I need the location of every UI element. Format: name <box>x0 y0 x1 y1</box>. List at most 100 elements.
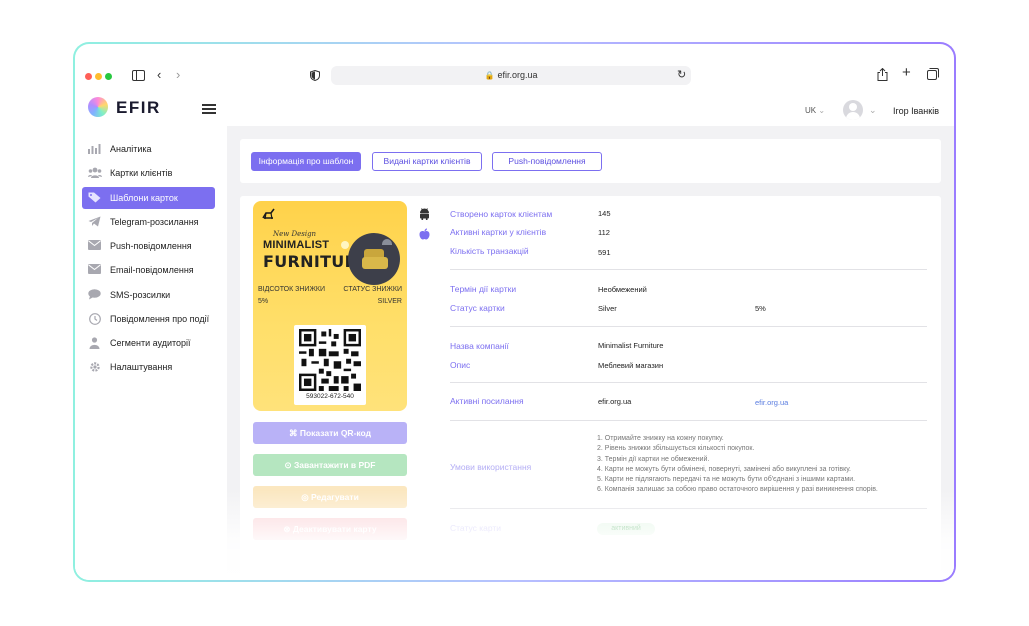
card-status-label: Статус картки <box>450 303 505 313</box>
sidebar-item-label: Повідомлення про події <box>110 314 210 324</box>
qr-number: 593022-672-540 <box>306 393 354 400</box>
loyalty-card-preview: New Design MINIMALIST FURNITURE ВІДСОТОК… <box>253 201 407 411</box>
logo-icon <box>88 97 108 117</box>
active-links-value: efir.org.ua <box>598 397 632 406</box>
terms-line: 3. Термін дії картки не обмежений. <box>597 455 710 463</box>
tab-issued-cards[interactable]: Видані картки клієнтів <box>372 152 482 171</box>
company-name-label: Назва компанії <box>450 341 509 351</box>
sidebar-item-label: Push-повідомлення <box>110 241 192 251</box>
browser-window-inner: ‹ › 🔒 efir.org.ua ↻ + EFIR UK ⌄ ⌄ Ігор Ів… <box>75 44 954 580</box>
telegram-icon <box>88 216 101 227</box>
main-content: Інформація про шаблон Видані картки кліє… <box>227 126 954 580</box>
download-pdf-button[interactable]: ⊙ Завантажити в PDF <box>253 454 407 476</box>
divider <box>450 382 927 383</box>
discount-status-label: СТАТУС ЗНИЖКИ <box>343 286 402 293</box>
active-cards-label: Активні картки у клієнтів <box>450 227 547 237</box>
discount-percent-label: ВІДСОТОК ЗНИЖКИ <box>258 286 326 293</box>
lamp-shape <box>382 239 392 245</box>
decorative-glow <box>341 241 349 249</box>
qr-scan-icon: ⌘ <box>288 428 298 438</box>
reload-icon[interactable]: ↻ <box>677 69 686 81</box>
terms-line: 5. Карти не підлягають передачі та не мо… <box>597 476 856 484</box>
created-cards-label: Створено карток клієнтам <box>450 209 553 219</box>
sidebar-item-email[interactable]: Email-повідомлення <box>82 259 215 281</box>
tabs-overview-icon[interactable] <box>927 68 939 82</box>
url-value: efir.org.ua <box>497 70 538 80</box>
card-brand-line1: MINIMALIST <box>263 239 330 251</box>
menu-icon[interactable] <box>202 104 216 114</box>
terms-of-use-label: Умови використання <box>450 462 532 472</box>
sidebar-item-label: Сегменти аудиторії <box>110 338 191 348</box>
tabs-bar: Інформація про шаблон Видані картки кліє… <box>240 139 941 183</box>
sidebar-item-telegram[interactable]: Telegram-розсилання <box>82 211 215 233</box>
active-link[interactable]: efir.org.ua <box>755 398 788 407</box>
chart-icon <box>88 143 101 154</box>
transactions-value: 591 <box>598 248 611 257</box>
terms-line: 2. Рівень знижки збільшується кількості … <box>597 445 755 453</box>
company-name-value: Minimalist Furniture <box>598 341 664 350</box>
deactivate-label: Деактивувати карту <box>292 524 377 534</box>
forward-icon[interactable]: › <box>176 68 180 81</box>
sidebar-item-settings[interactable]: Налаштування <box>82 356 215 378</box>
deactivate-button[interactable]: ⊗ Деактивувати карту <box>253 518 407 540</box>
sidebar-item-client-cards[interactable]: Картки клієнтів <box>82 162 215 184</box>
active-links-label: Активні посилання <box>450 396 524 406</box>
sidebar-item-events[interactable]: Повідомлення про події <box>82 308 215 330</box>
users-icon <box>88 167 102 178</box>
card-status-value: Silver <box>598 304 617 313</box>
armchair-image <box>348 233 400 285</box>
url-text: 🔒 efir.org.ua <box>331 70 691 80</box>
mail-icon <box>88 240 101 251</box>
card-status-percent: 5% <box>755 304 766 313</box>
show-qr-button[interactable]: ⌘ Показати QR-код <box>253 422 407 444</box>
sidebar-item-label: Аналітика <box>110 144 152 154</box>
tag-icon <box>88 192 101 203</box>
sidebar-item-label: Email-повідомлення <box>110 265 194 275</box>
sidebar-toggle-icon[interactable] <box>132 70 145 83</box>
address-bar[interactable]: 🔒 efir.org.ua ↻ <box>331 66 691 85</box>
edit-button[interactable]: ◎ Редагувати <box>253 486 407 508</box>
sidebar-item-card-templates[interactable]: Шаблони карток <box>82 187 215 209</box>
tab-push-notifications[interactable]: Push-повідомлення <box>492 152 602 171</box>
user-name[interactable]: Ігор Іванків <box>893 106 939 116</box>
tab-template-info[interactable]: Інформація про шаблон <box>251 152 361 171</box>
sidebar-item-sms[interactable]: SMS-розсилки <box>82 284 215 306</box>
app-header: EFIR UK ⌄ ⌄ Ігор Іванків <box>75 92 954 126</box>
language-select[interactable]: UK ⌄ <box>805 106 825 115</box>
term-label: Термін дії картки <box>450 284 517 294</box>
created-cards-value: 145 <box>598 209 611 218</box>
avatar[interactable] <box>843 100 863 120</box>
lock-icon: 🔒 <box>484 71 495 80</box>
sidebar-item-label: Картки клієнтів <box>110 168 173 178</box>
sidebar-item-segments[interactable]: Сегменти аудиторії <box>82 332 215 354</box>
sidebar-item-analytics[interactable]: Аналітика <box>82 138 215 160</box>
new-tab-icon[interactable]: + <box>902 65 911 80</box>
browser-toolbar: ‹ › 🔒 efir.org.ua ↻ + <box>75 44 954 92</box>
clock-icon <box>88 313 101 325</box>
chair-logo-icon <box>262 208 276 223</box>
chair-seat-shape <box>362 257 388 269</box>
divider <box>450 420 927 421</box>
close-window-dot[interactable] <box>85 73 92 80</box>
share-icon[interactable] <box>877 67 888 83</box>
term-value: Необмежений <box>598 285 647 294</box>
divider <box>450 508 927 509</box>
apple-icon[interactable] <box>419 228 430 243</box>
sidebar-item-push[interactable]: Push-повідомлення <box>82 235 215 257</box>
sidebar: Аналітика Картки клієнтів Шаблони карток… <box>75 126 227 580</box>
active-cards-value: 112 <box>598 228 610 237</box>
deactivate-icon: ⊗ <box>283 524 291 534</box>
maximize-window-dot[interactable] <box>105 73 112 80</box>
back-icon[interactable]: ‹ <box>157 68 161 81</box>
terms-line: 1. Отримайте знижку на кожну покупку. <box>597 435 724 442</box>
chevron-down-icon[interactable]: ⌄ <box>869 104 877 116</box>
mail-icon <box>88 264 101 275</box>
minimize-window-dot[interactable] <box>95 73 102 80</box>
chat-icon <box>88 289 101 300</box>
logo-text: EFIR <box>116 98 161 117</box>
sidebar-item-label: Telegram-розсилання <box>110 217 199 227</box>
discount-status-value: SILVER <box>377 298 402 305</box>
android-icon[interactable] <box>419 208 430 223</box>
description-value: Меблевий магазин <box>598 361 664 370</box>
shield-icon[interactable] <box>310 69 320 83</box>
